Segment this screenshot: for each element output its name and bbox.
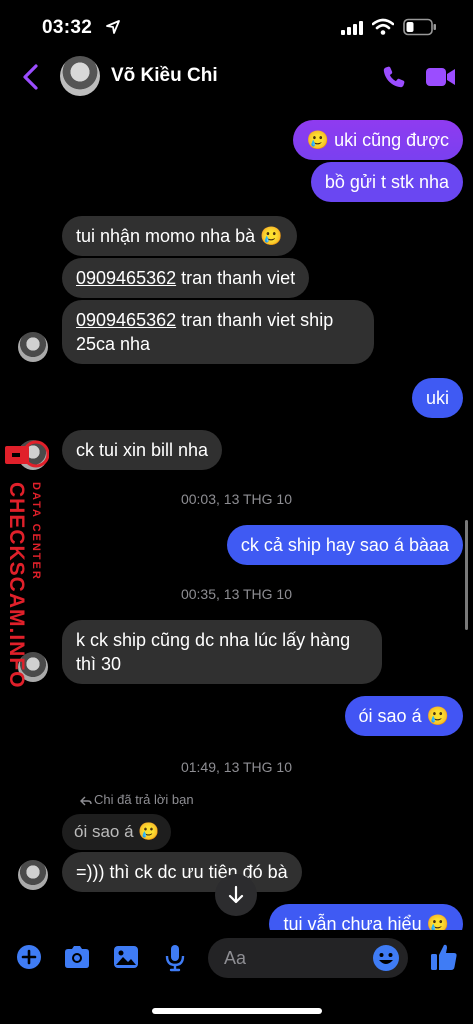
scrollbar[interactable]	[465, 520, 468, 630]
message-text-line2: thì 30	[76, 654, 122, 674]
message-bubble-received[interactable]: ck tui xin bill nha	[62, 430, 223, 470]
sender-avatar[interactable]	[18, 332, 48, 362]
message-input-placeholder: Aa	[224, 948, 247, 968]
message-bubble-received[interactable]: 0909465362 tran thanh viet	[62, 258, 310, 298]
camera-icon[interactable]	[63, 944, 91, 970]
message-list[interactable]: 🥲 uki cũng được bồ gửi t stk nha tui nhậ…	[0, 108, 473, 930]
watermark: CHECKSCAM.INFO DATA CENTER	[2, 436, 50, 689]
message-bubble-sent[interactable]: ói sao á 🥲	[344, 696, 463, 736]
message-text-line1: k ck ship cũng dc nha lúc lấy hàng	[76, 630, 351, 650]
location-arrow-icon	[106, 20, 120, 34]
reply-indicator-text: Chi đã trả lời bạn	[94, 792, 194, 807]
message-composer: Aa	[0, 930, 473, 990]
conversation-header: Võ Kiều Chi	[0, 50, 473, 106]
message-text: tran thanh viet ship	[176, 310, 334, 330]
message-bubble-sent[interactable]: tui vẫn chưa hiểu 🥲	[269, 904, 463, 930]
message-bubble-sent[interactable]: ck cả ship hay sao á bàaa	[226, 525, 463, 565]
battery-icon	[403, 18, 436, 36]
reply-indicator: Chi đã trả lời bạn	[80, 792, 194, 807]
message-bubble-sent[interactable]: bồ gửi t stk nha	[310, 162, 463, 202]
message-bubble-sent[interactable]: uki	[411, 378, 463, 418]
message-bubble-received[interactable]: k ck ship cũng dc nha lúc lấy hàng thì 30	[62, 620, 382, 684]
status-time: 03:32	[42, 17, 93, 38]
contact-avatar[interactable]	[60, 56, 100, 96]
phone-number-link[interactable]: 0909465362	[76, 310, 176, 330]
message-bubble-received[interactable]: tui nhận momo nha bà 🥲	[62, 216, 297, 256]
watermark-sub-text: DATA CENTER	[30, 482, 42, 581]
emoji-icon[interactable]	[372, 944, 400, 972]
video-call-icon[interactable]	[425, 66, 457, 88]
lock-logo-icon	[5, 440, 49, 468]
gallery-icon[interactable]	[113, 944, 139, 970]
timestamp: 00:03, 13 THG 10	[180, 491, 293, 507]
phone-call-icon[interactable]	[381, 64, 407, 90]
plus-icon[interactable]	[16, 944, 42, 970]
contact-name[interactable]: Võ Kiều Chi	[111, 65, 218, 87]
phone-number-link[interactable]: 0909465362	[76, 268, 176, 288]
cellular-signal-icon	[341, 21, 363, 35]
message-bubble-sent[interactable]: 🥲 uki cũng được	[292, 120, 463, 160]
back-chevron-icon[interactable]	[20, 63, 42, 91]
wifi-icon	[372, 18, 394, 35]
like-thumbs-up-icon[interactable]	[429, 942, 459, 972]
home-indicator	[152, 1008, 322, 1014]
sender-avatar[interactable]	[18, 860, 48, 890]
arrow-down-icon	[228, 885, 244, 904]
reply-arrow-icon	[80, 796, 92, 806]
message-text-line2: 25ca nha	[76, 334, 151, 354]
message-bubble-received[interactable]: 0909465362 tran thanh viet ship 25ca nha	[62, 300, 374, 364]
timestamp: 00:35, 13 THG 10	[180, 586, 293, 602]
message-bubble-received[interactable]: =))) thì ck dc ưu tiên đó bà	[62, 852, 302, 892]
quoted-message[interactable]: ói sao á 🥲	[62, 814, 172, 850]
microphone-icon[interactable]	[165, 944, 185, 972]
scroll-to-bottom-button[interactable]	[215, 874, 257, 916]
message-text: tran thanh viet	[176, 268, 296, 288]
timestamp: 01:49, 13 THG 10	[180, 759, 293, 775]
message-input[interactable]: Aa	[208, 938, 408, 978]
watermark-main-text: CHECKSCAM.INFO	[5, 482, 28, 689]
status-bar: 03:32	[0, 0, 473, 50]
